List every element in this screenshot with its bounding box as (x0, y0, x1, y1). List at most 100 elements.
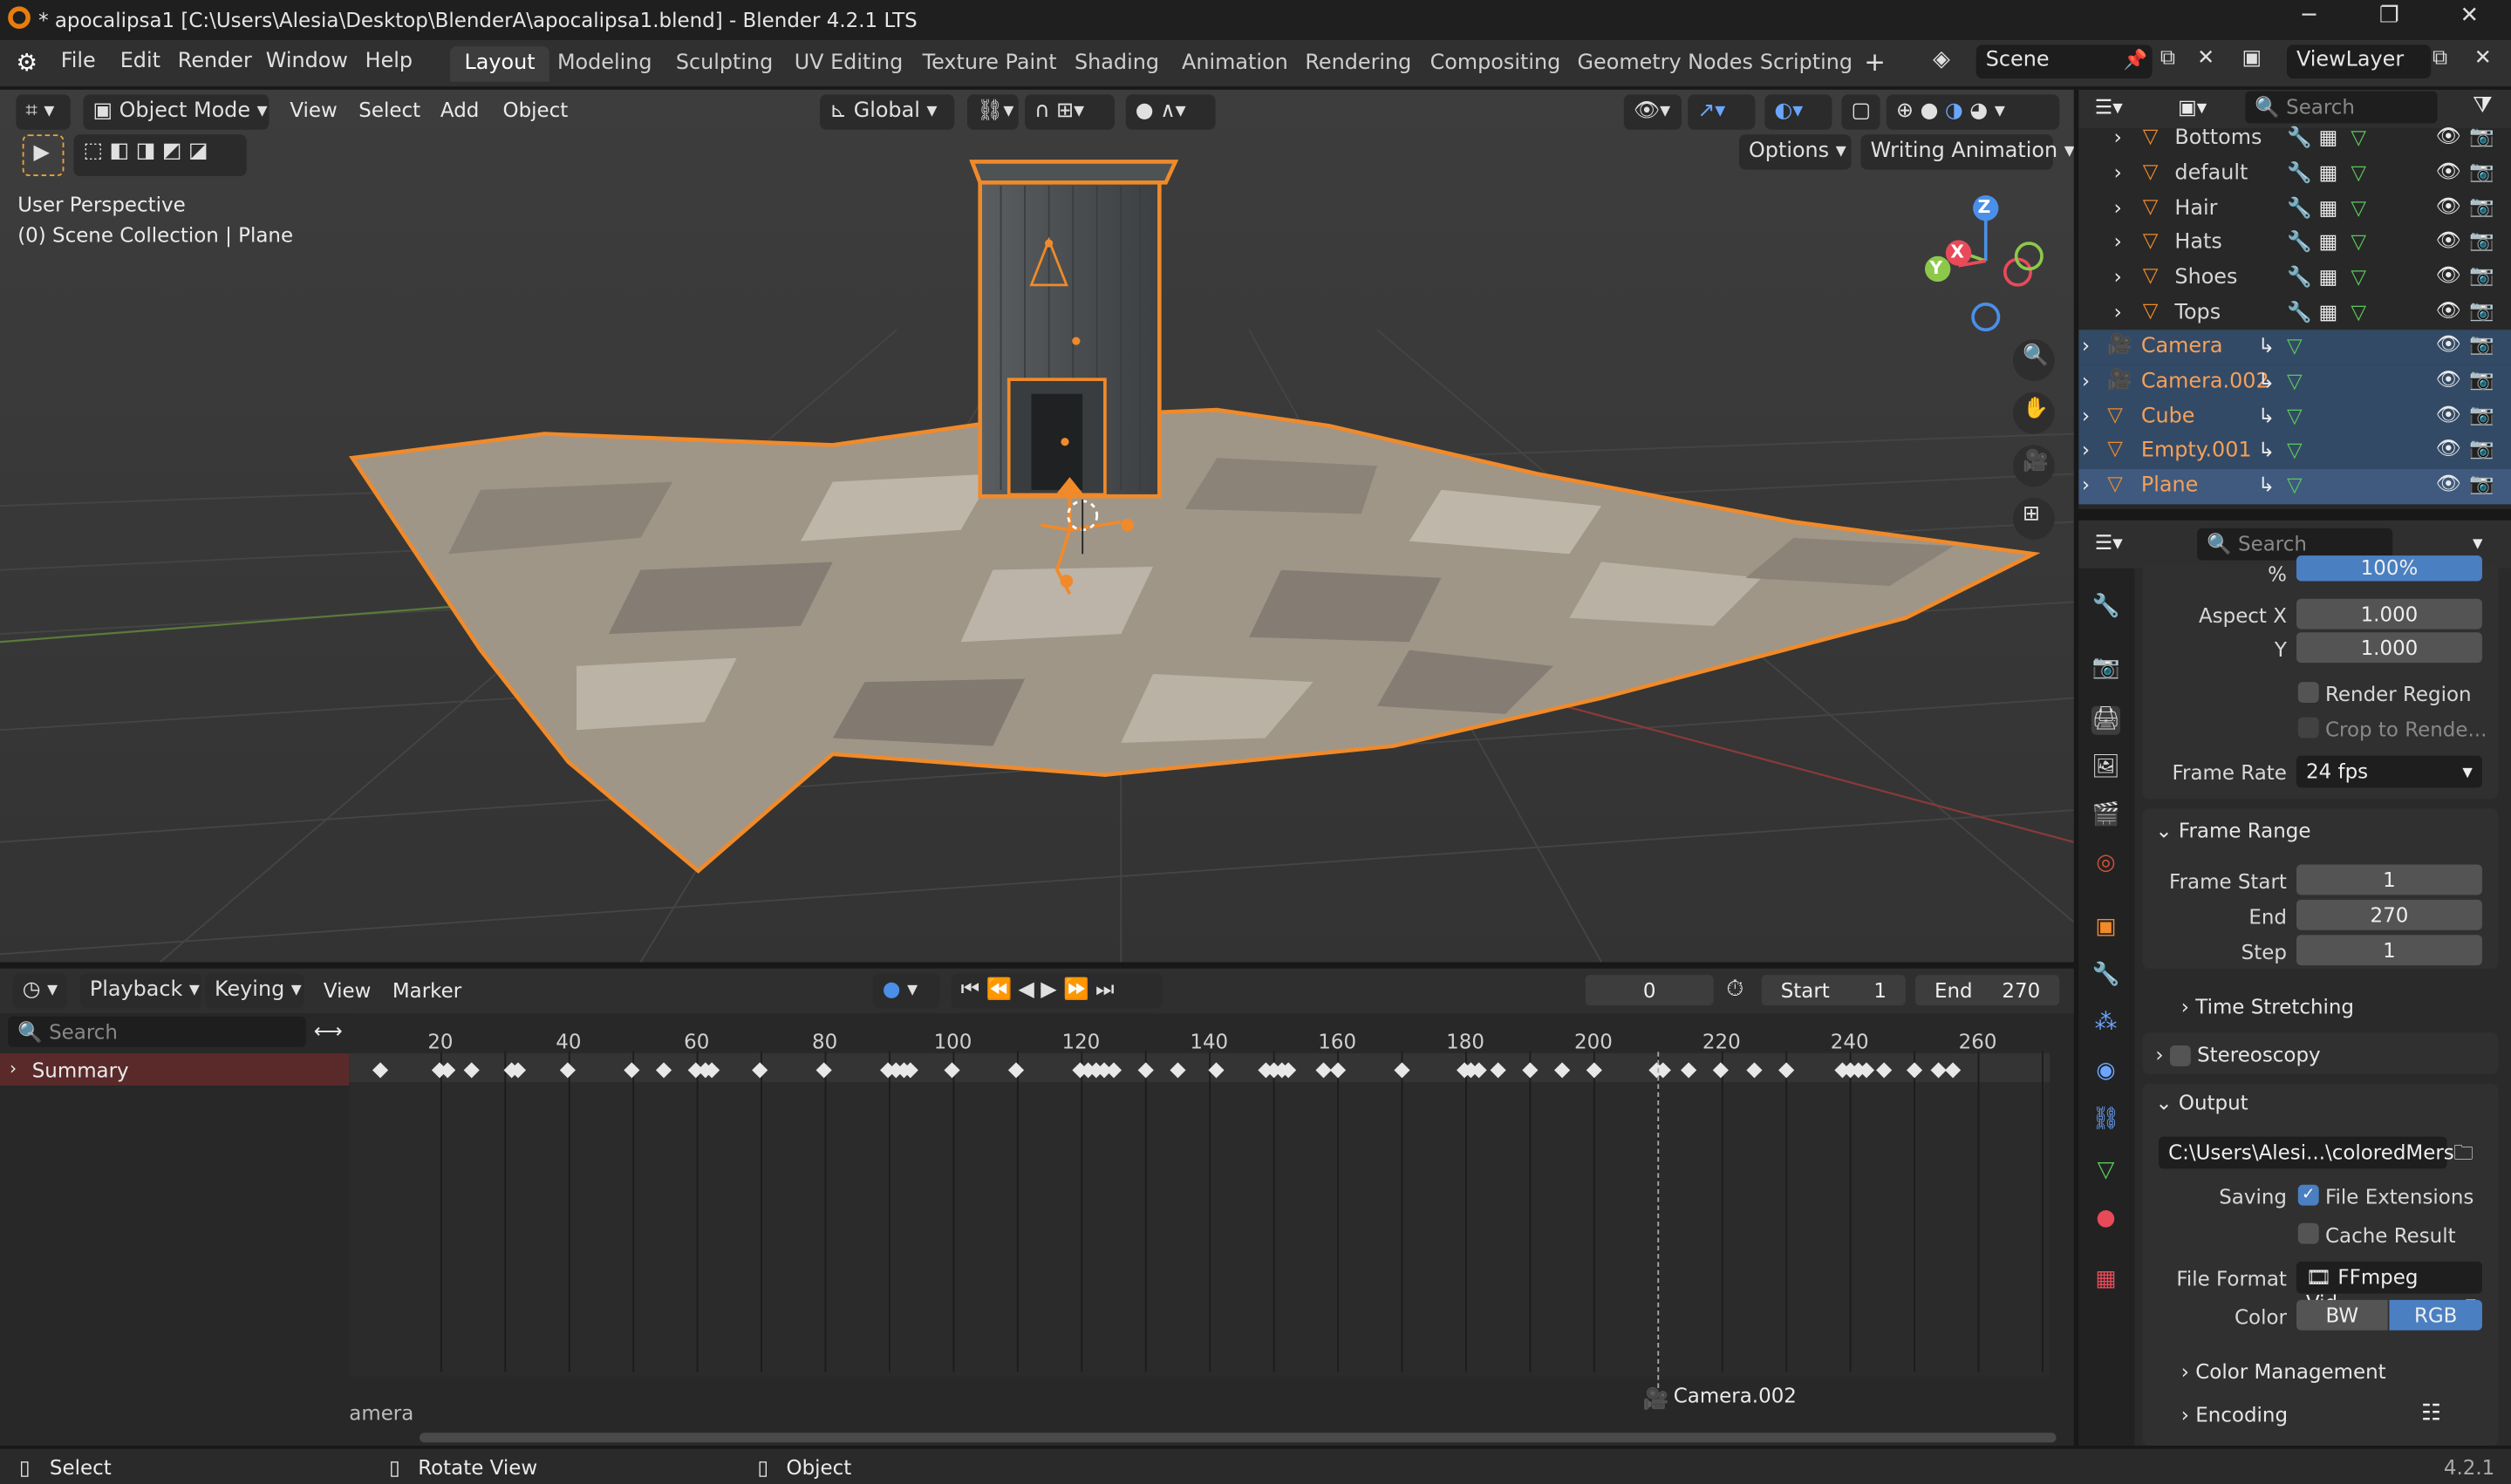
aspect-y-field[interactable]: 1.000 (2296, 632, 2482, 664)
menu-render[interactable]: Render (178, 50, 252, 74)
new-scene-icon[interactable]: ⧉ (2160, 46, 2175, 71)
timeline-menu-keying[interactable]: Keying ▾ (205, 973, 304, 1009)
outliner-editor-type-icon[interactable]: ☰▾ (2095, 94, 2123, 119)
overlay-icon[interactable]: ◐▾ (1764, 94, 1832, 130)
data-tab-icon[interactable]: ▽ (2091, 1158, 2120, 1187)
frame-rate-dropdown[interactable]: 24 fps ▾ (2296, 755, 2482, 788)
render-camera-icon[interactable]: 📷 (2469, 298, 2494, 323)
add-workspace-icon[interactable]: + (1864, 46, 1886, 77)
chevron-right-icon[interactable]: › (2114, 160, 2122, 184)
minimize-icon[interactable]: ─ (2277, 3, 2341, 38)
properties-editor-type-icon[interactable]: ☰▾ (2095, 530, 2123, 555)
zoom-icon[interactable]: 🔍 (2012, 339, 2055, 381)
stereoscopy-checkbox[interactable] (2169, 1045, 2191, 1066)
chevron-right-icon[interactable]: › (2114, 229, 2122, 254)
frame-range-header[interactable]: ⌄ Frame Range (2155, 818, 2310, 842)
eye-icon[interactable]: 👁 (2436, 123, 2461, 148)
chevron-right-icon[interactable]: › (2082, 368, 2090, 392)
pin-icon[interactable]: 📌 (2124, 48, 2147, 71)
resolution-percent-field[interactable]: 100% (2296, 555, 2482, 582)
gizmo-icon[interactable]: ↗▾ (1688, 94, 1756, 130)
frame-playhead[interactable] (1657, 1052, 1660, 1388)
view-layer-tab-icon[interactable]: 🖼 (2091, 754, 2120, 783)
chevron-right-icon[interactable]: › (2082, 473, 2090, 497)
outliner-row-collection[interactable]: › ▽ default 🔧 ▦ ▽ 👁 📷 (2078, 157, 2511, 192)
timeline-menu-view[interactable]: View (324, 978, 371, 1003)
pan-hand-icon[interactable]: ✋ (2012, 391, 2055, 434)
ortho-grid-icon[interactable]: ⊞ (2012, 498, 2055, 540)
new-view-layer-icon[interactable]: ⧉ (2433, 46, 2447, 71)
outliner-row-object[interactable]: › 🎥 Camera ↳ ▽ 👁 📷 (2078, 330, 2511, 365)
color-bw-button[interactable]: BW (2296, 1299, 2388, 1331)
outliner-row-object[interactable]: › ▽ Plane ↳ ▽ 👁 📷 (2078, 469, 2511, 505)
modifier-tab-icon[interactable]: 🔧 (2091, 962, 2120, 990)
snap-icon[interactable]: ∩ ⊞▾ (1025, 94, 1115, 130)
select-tool-icon[interactable]: ▶ (22, 134, 65, 176)
tab-animation[interactable]: Animation (1168, 46, 1303, 81)
particles-tab-icon[interactable]: ⁂ (2091, 1011, 2120, 1039)
close-icon[interactable]: ✕ (2438, 3, 2501, 38)
outliner-search-input[interactable]: 🔍 Search (2245, 91, 2438, 124)
cache-result-checkbox[interactable] (2297, 1222, 2319, 1244)
outliner-row-object[interactable]: › ▽ Cube ↳ ▽ 👁 📷 (2078, 399, 2511, 435)
color-management-header[interactable]: › Color Management (2181, 1359, 2386, 1384)
tab-compositing[interactable]: Compositing (1416, 46, 1575, 81)
timeline-menu-playback[interactable]: Playback ▾ (79, 973, 202, 1009)
auto-keying-toggle[interactable]: ● ▾ (872, 973, 940, 1009)
view-layer-field[interactable]: ViewLayer (2286, 44, 2432, 78)
eye-icon[interactable]: 👁 (2436, 298, 2461, 323)
outliner-row-collection[interactable]: › ▽ Hair 🔧 ▦ ▽ 👁 📷 (2078, 192, 2511, 227)
render-region-checkbox[interactable] (2297, 682, 2319, 704)
output-path-field[interactable]: C:\Users\Alesi...\coloredMers (2159, 1136, 2454, 1169)
frame-end-field[interactable]: 270 (2296, 899, 2482, 930)
play-reverse-icon[interactable]: ◀ (1019, 978, 1041, 1003)
timeline-search-input[interactable]: 🔍 Search (8, 1016, 306, 1047)
chevron-right-icon[interactable]: › (2082, 403, 2090, 427)
keyframe-area[interactable] (349, 1052, 2050, 1378)
properties-options-icon[interactable]: ▾ (2473, 530, 2483, 555)
xray-icon[interactable]: ▢ (1841, 94, 1880, 130)
outliner-row-object[interactable]: › ▽ Empty.001 ↳ ▽ 👁 📷 (2078, 434, 2511, 470)
render-camera-icon[interactable]: 📷 (2469, 471, 2494, 496)
encoding-header[interactable]: › Encoding (2181, 1402, 2288, 1426)
viewport-menu-view[interactable]: View (290, 98, 337, 122)
render-camera-icon[interactable]: 📷 (2469, 401, 2494, 426)
timeline-start-field[interactable]: Start 1 (1761, 975, 1906, 1006)
viewport-scene[interactable] (0, 89, 2074, 963)
render-camera-icon[interactable]: 📷 (2469, 123, 2494, 148)
texture-tab-icon[interactable]: ▦ (2091, 1266, 2120, 1295)
viewport-3d[interactable]: ⌗ ▾ ▣ Object Mode ▾ View Select Add Obje… (0, 89, 2074, 963)
folder-icon[interactable]: 🗀 (2453, 1138, 2473, 1172)
frame-start-field[interactable]: 1 (2296, 864, 2482, 895)
output-tab-icon[interactable]: 🖨 (2091, 705, 2120, 735)
chevron-right-icon[interactable]: › (2114, 299, 2122, 323)
file-extensions-checkbox[interactable]: ✓ (2297, 1184, 2319, 1206)
tool-tab-icon[interactable]: 🔧 (2091, 594, 2120, 623)
solid-shading-icon[interactable]: ● (1921, 99, 1939, 124)
viewport-menu-add[interactable]: Add (440, 98, 479, 122)
delete-scene-icon[interactable]: ✕ (2197, 46, 2214, 71)
next-keyframe-icon[interactable]: ⏩ (1063, 978, 1095, 1003)
timeline-editor-type-icon[interactable]: ◷ ▾ (12, 973, 68, 1009)
stereoscopy-header[interactable]: › Stereoscopy (2155, 1042, 2321, 1066)
jump-end-icon[interactable]: ⏭ (1095, 978, 1121, 1003)
camera-marker-icon[interactable]: 🎥 (1643, 1388, 1669, 1413)
eye-icon[interactable]: 👁 (2436, 193, 2461, 218)
viewport-menu-select[interactable]: Select (358, 98, 420, 122)
timeline-scrollbar[interactable] (420, 1433, 2057, 1443)
rendered-shading-icon[interactable]: ◕ (1969, 99, 1988, 124)
file-format-dropdown[interactable]: 🎞 FFmpeg Vid...▾ (2296, 1261, 2482, 1314)
scene-tab-icon[interactable]: 🎬 (2091, 802, 2120, 831)
aspect-x-field[interactable]: 1.000 (2296, 598, 2482, 630)
outliner-row-object[interactable]: › 🎥 Camera.002 ↳ ▽ 👁 📷 (2078, 364, 2511, 400)
shading-modes[interactable]: ⊕ ● ◑ ◕ ▾ (1886, 94, 2060, 130)
chevron-right-icon[interactable]: › (2082, 438, 2090, 462)
render-camera-icon[interactable]: 📷 (2469, 262, 2494, 288)
chevron-right-icon[interactable]: › (2114, 194, 2122, 219)
render-camera-icon[interactable]: 📷 (2469, 228, 2494, 253)
tab-shading[interactable]: Shading (1060, 46, 1173, 81)
tab-sculpting[interactable]: Sculpting (661, 46, 788, 81)
stopwatch-icon[interactable]: ⏱ (1726, 977, 1743, 1002)
menu-file[interactable]: File (61, 50, 96, 74)
eye-icon[interactable]: 👁 (2436, 471, 2461, 496)
